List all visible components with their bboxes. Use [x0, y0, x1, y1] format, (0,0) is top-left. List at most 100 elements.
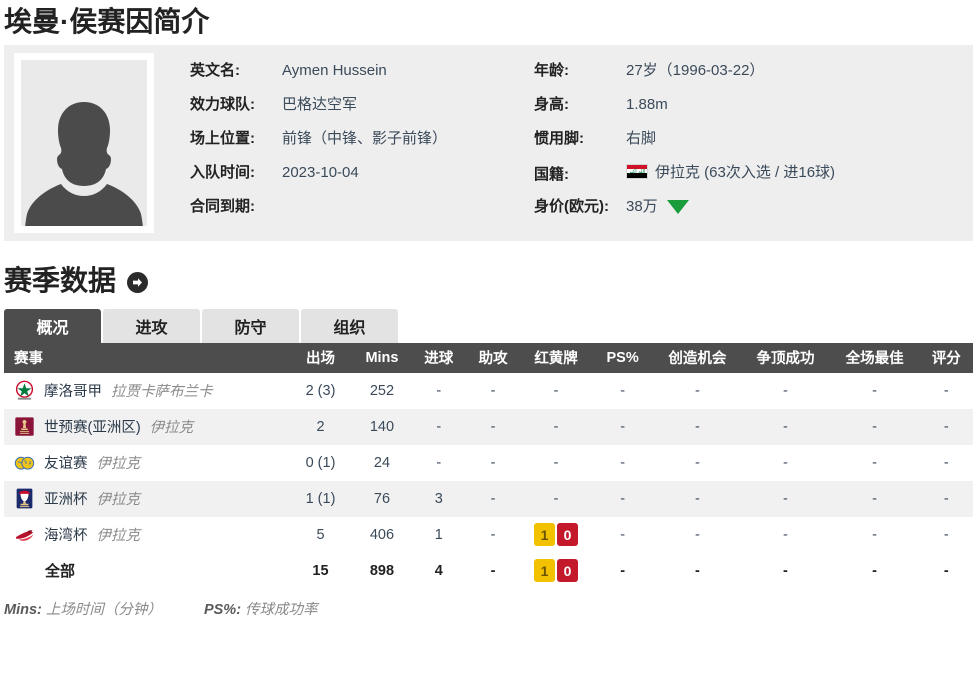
col-pass-success[interactable]: PS%: [591, 342, 654, 373]
profile-row-contract-expiry: 合同到期:: [190, 195, 510, 229]
cell-rating: -: [943, 490, 949, 507]
competition-team[interactable]: 伊拉克: [150, 416, 194, 437]
profile-label-height: 身高:: [534, 95, 569, 113]
cell-aerials-won: -: [783, 382, 788, 399]
profile-value-nationality-wrap: الله أكبر 伊拉克 (63次入选 / 进16球): [626, 161, 835, 182]
profile-info-right: 年龄: 27岁（1996-03-22） 身高: 1.88m 惯用脚: 右脚 国籍…: [534, 59, 835, 229]
profile-row-joined-date: 入队时间: 2023-10-04: [190, 161, 510, 195]
row-competition-cell: 海湾杯 伊拉克: [4, 517, 289, 553]
profile-row-height: 身高: 1.88m: [534, 93, 835, 127]
cell-man-of-the-match: -: [872, 454, 877, 471]
world-cup-qualifiers-logo-icon: [15, 417, 34, 436]
table-row[interactable]: 世预赛(亚洲区) 伊拉克 2 140 - - - - - - - -: [4, 408, 973, 445]
stats-table-body: 摩洛哥甲 拉贾卡萨布兰卡 2 (3) 252 - - - - - - - - 世…: [4, 372, 973, 589]
total-man-of-the-match: -: [872, 562, 877, 579]
competition-name[interactable]: 摩洛哥甲: [44, 380, 102, 401]
col-rating[interactable]: 评分: [919, 342, 973, 373]
profile-row-position: 场上位置: 前锋（中锋、影子前锋）: [190, 127, 510, 161]
profile-value-nationality[interactable]: 伊拉克 (63次入选 / 进16球): [655, 161, 835, 182]
cell-appearances: 5: [316, 526, 325, 543]
season-data-title: 赛季数据: [4, 264, 117, 296]
profile-value-age: 27岁（1996-03-22）: [626, 61, 765, 79]
cell-cards: -: [553, 490, 559, 507]
profile-label-english-name: 英文名:: [190, 61, 240, 79]
row-competition-cell: 亚洲杯 伊拉克: [4, 481, 289, 517]
cell-goals: 1: [434, 526, 443, 543]
cell-assists: -: [490, 382, 496, 399]
profile-value-preferred-foot: 右脚: [626, 129, 657, 147]
cell-goals: -: [436, 382, 442, 399]
tab-overview[interactable]: 概况: [4, 308, 101, 343]
competition-team[interactable]: 伊拉克: [97, 452, 141, 473]
competition-team[interactable]: 伊拉克: [97, 488, 141, 509]
col-assists[interactable]: 助攻: [465, 342, 521, 373]
season-data-heading: 赛季数据: [0, 241, 977, 305]
table-row[interactable]: 友谊赛 伊拉克 0 (1) 24 - - - - - - - -: [4, 444, 973, 481]
row-competition-cell: 世预赛(亚洲区) 伊拉克: [4, 409, 289, 445]
legend-ps-key: PS%:: [203, 601, 242, 618]
cell-rating: -: [943, 418, 949, 435]
total-label: 全部: [45, 563, 76, 581]
arrow-right-glyph: [133, 278, 143, 287]
competition-team[interactable]: 拉贾卡萨布兰卡: [111, 380, 213, 401]
table-row[interactable]: 海湾杯 伊拉克 5 406 1 - 1 0 - - - - -: [4, 516, 973, 553]
iraq-flag-icon: الله أكبر: [626, 163, 648, 179]
col-minutes[interactable]: Mins: [352, 342, 412, 373]
competition-name[interactable]: 亚洲杯: [44, 488, 88, 509]
profile-value-position: 前锋（中锋、影子前锋）: [282, 129, 448, 147]
cell-pass-success: -: [620, 418, 626, 435]
col-cards[interactable]: 红黄牌: [520, 342, 592, 373]
profile-row-age: 年龄: 27岁（1996-03-22）: [534, 59, 835, 93]
cell-cards: -: [553, 382, 559, 399]
competition-name[interactable]: 海湾杯: [44, 524, 88, 545]
cell-man-of-the-match: -: [872, 382, 877, 399]
cell-appearances: 2: [316, 418, 325, 435]
cell-man-of-the-match: -: [872, 526, 877, 543]
cards-group: 1 0: [534, 559, 579, 583]
cell-appearances: 2 (3): [305, 382, 336, 399]
total-chances-created: -: [694, 562, 700, 579]
cell-cards: 1 0: [520, 517, 592, 553]
cell-chances-created: -: [694, 526, 700, 543]
profile-label-market-value: 身价(欧元):: [534, 197, 609, 215]
circle-arrow-right-icon[interactable]: [127, 272, 149, 294]
page-title: 埃曼·侯赛因简介: [4, 6, 210, 37]
col-aerials-won[interactable]: 争顶成功: [741, 342, 830, 373]
competition-name[interactable]: 世预赛(亚洲区): [44, 416, 141, 437]
cell-minutes: 406: [369, 526, 395, 543]
cell-goals: -: [436, 418, 442, 435]
cell-assists: -: [490, 454, 496, 471]
profile-value-joined-date: 2023-10-04: [282, 163, 359, 181]
col-goals[interactable]: 进球: [411, 342, 466, 373]
cell-assists: -: [490, 490, 496, 507]
profile-info-columns: 英文名: Aymen Hussein 效力球队: 巴格达空军 场上位置: 前锋（…: [154, 53, 973, 229]
cell-assists: -: [490, 418, 496, 435]
cell-appearances: 0 (1): [305, 454, 336, 471]
tab-organization[interactable]: 组织: [301, 308, 398, 343]
total-assists: -: [490, 562, 496, 579]
tab-attack[interactable]: 进攻: [103, 308, 200, 343]
table-row[interactable]: 摩洛哥甲 拉贾卡萨布兰卡 2 (3) 252 - - - - - - - -: [4, 372, 973, 409]
cell-aerials-won: -: [783, 418, 788, 435]
cell-pass-success: -: [620, 490, 626, 507]
yellow-card-badge: 1: [534, 559, 556, 583]
col-competition[interactable]: 赛事: [4, 342, 289, 373]
cell-cards: -: [553, 418, 559, 435]
profile-label-joined-date: 入队时间:: [190, 163, 255, 181]
col-chances-created[interactable]: 创造机会: [653, 342, 742, 373]
table-row[interactable]: 亚洲杯 伊拉克 1 (1) 76 3 - - - - - - -: [4, 480, 973, 517]
profile-value-club[interactable]: 巴格达空军: [282, 93, 357, 114]
total-minutes: 898: [369, 562, 395, 579]
competition-team[interactable]: 伊拉克: [97, 524, 141, 545]
profile-value-english-name: Aymen Hussein: [282, 61, 387, 79]
col-appearances[interactable]: 出场: [288, 342, 353, 373]
cell-pass-success: -: [620, 454, 626, 471]
player-silhouette-icon: [25, 101, 143, 226]
row-competition-cell: 摩洛哥甲 拉贾卡萨布兰卡: [4, 373, 289, 409]
cell-cards: -: [553, 454, 559, 471]
row-competition-cell: 友谊赛 伊拉克: [4, 445, 289, 481]
competition-name[interactable]: 友谊赛: [44, 452, 88, 473]
profile-row-market-value: 身价(欧元): 38万: [534, 195, 835, 229]
tab-defense[interactable]: 防守: [202, 308, 299, 343]
col-man-of-the-match[interactable]: 全场最佳: [829, 342, 920, 373]
